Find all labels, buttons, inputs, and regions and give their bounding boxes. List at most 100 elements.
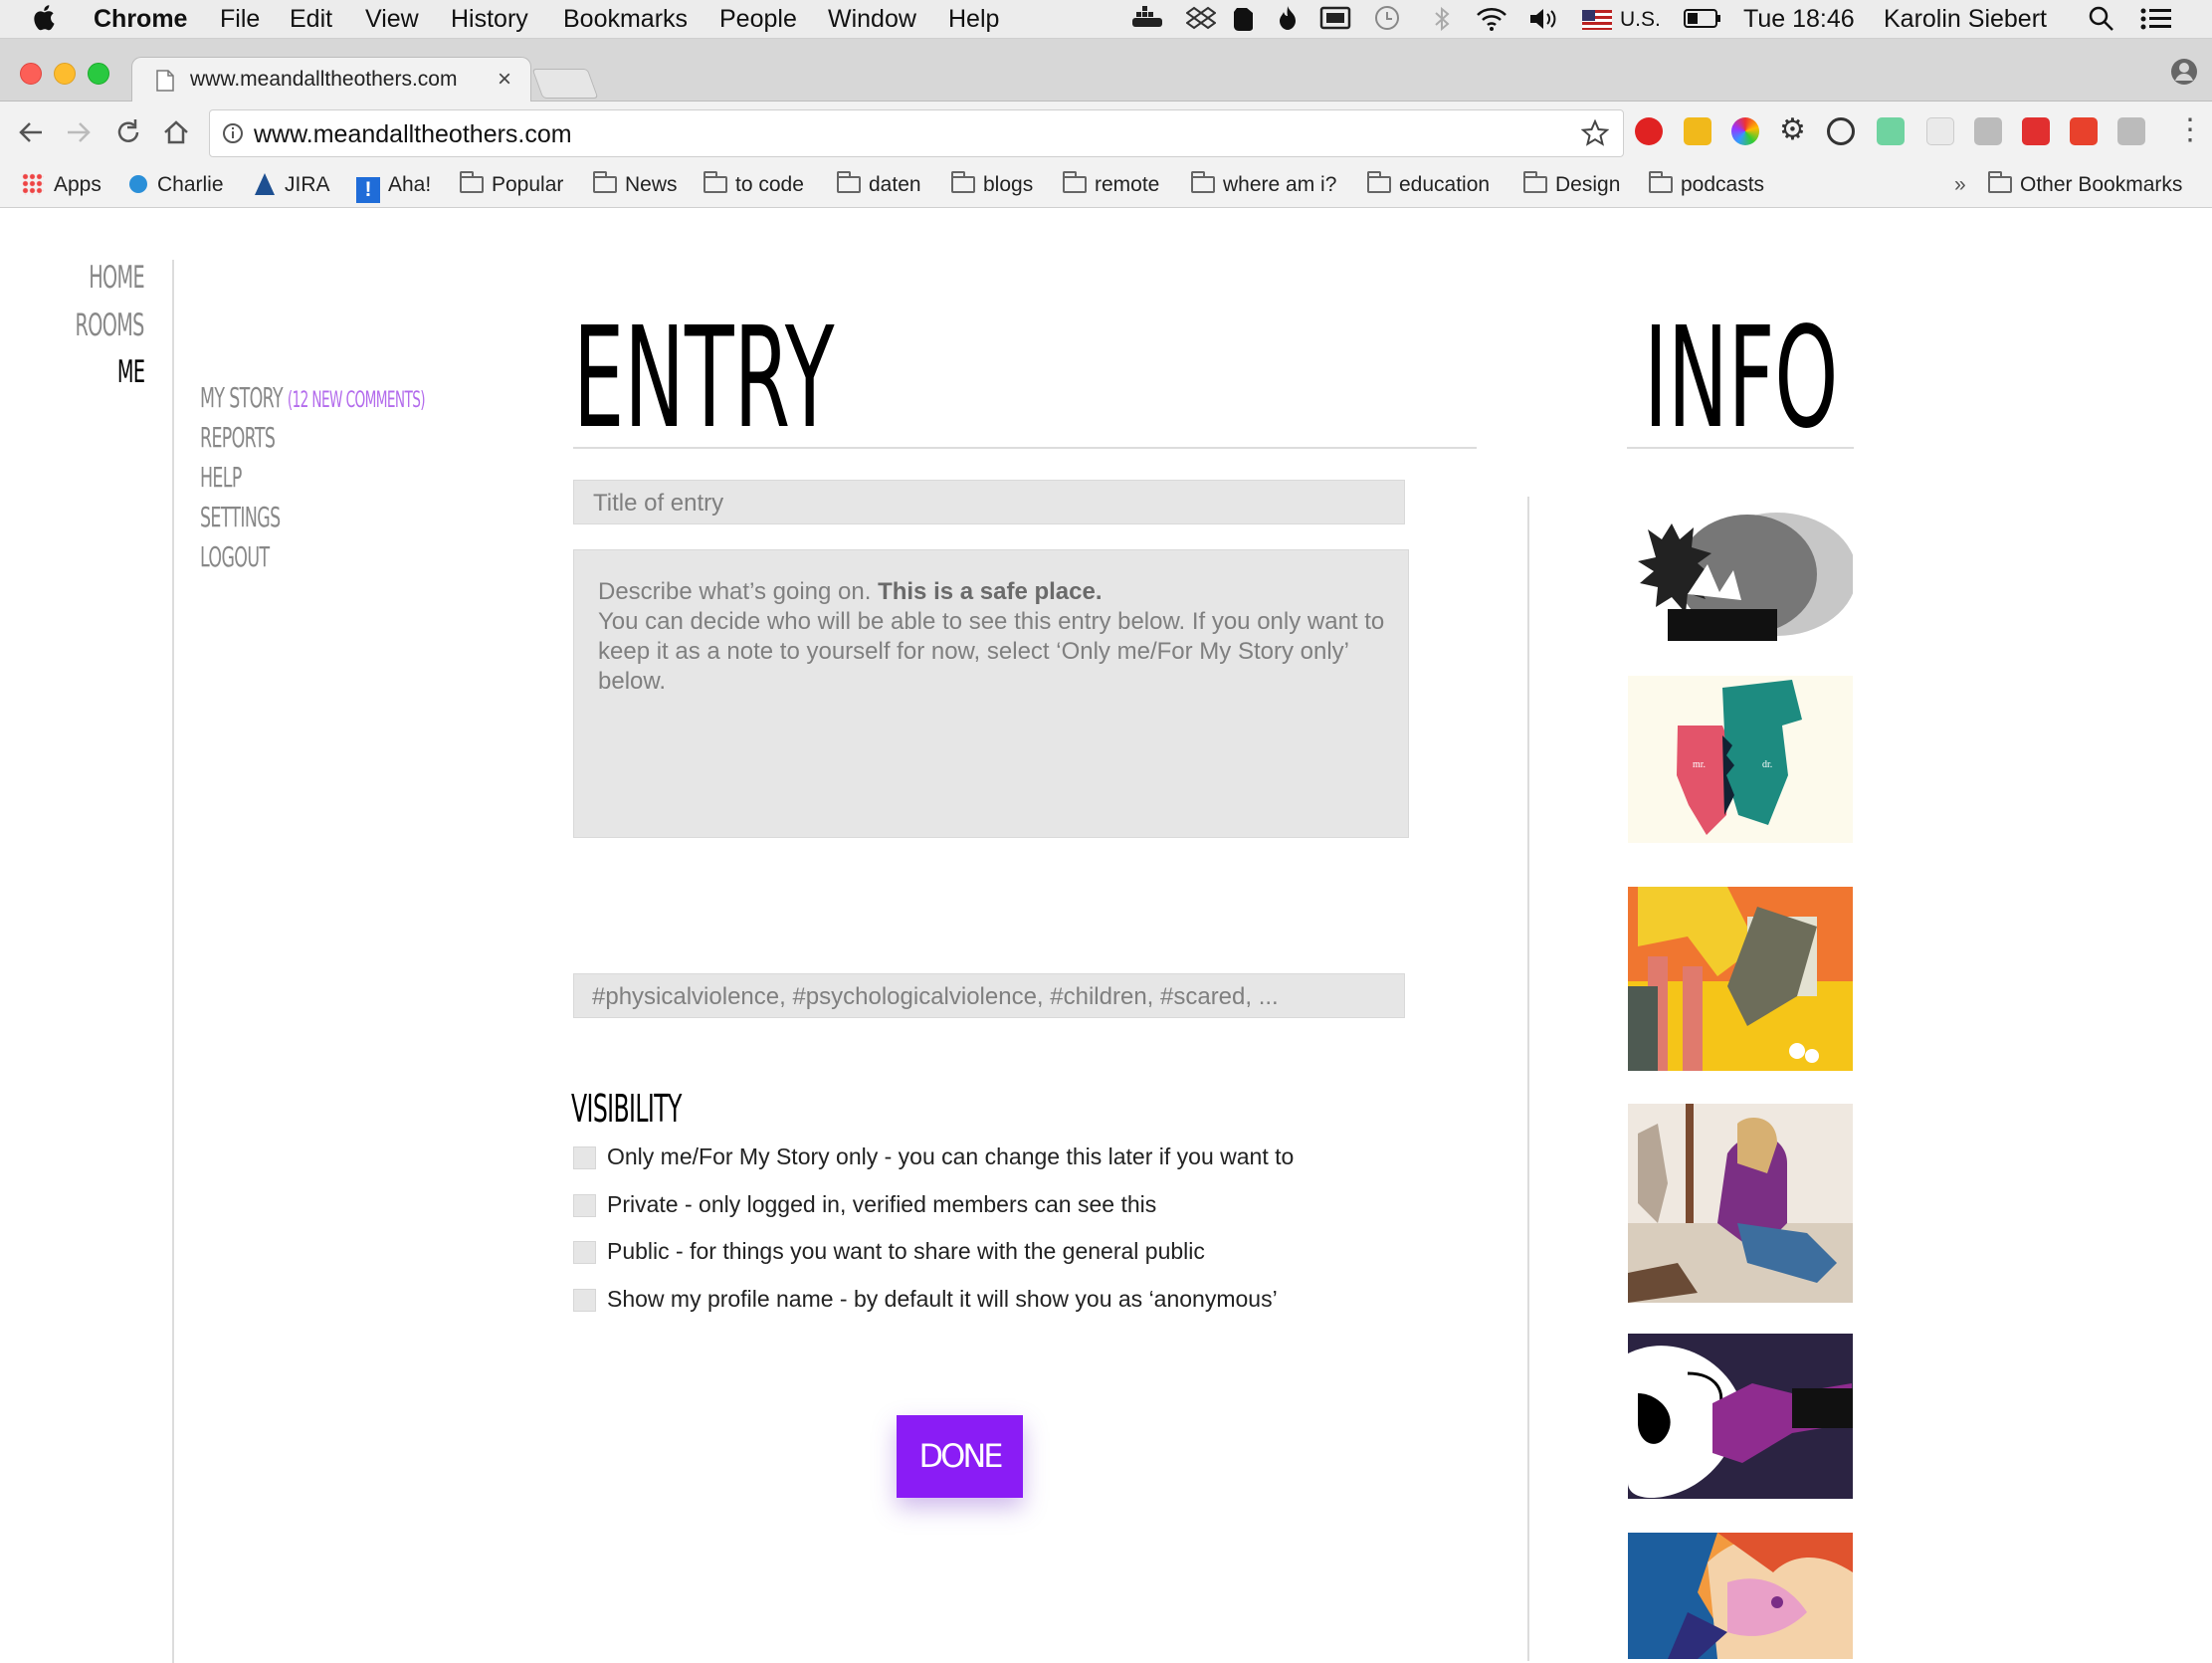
- flame-icon[interactable]: [1278, 4, 1298, 39]
- bookmark-folder-blogs[interactable]: blogs: [951, 171, 1033, 197]
- checkbox[interactable]: [573, 1241, 596, 1264]
- bookmark-folder-popular[interactable]: Popular: [460, 171, 563, 197]
- bookmark-folder-education[interactable]: education: [1367, 171, 1490, 197]
- menu-bookmarks[interactable]: Bookmarks: [563, 5, 688, 34]
- done-button[interactable]: DONE: [897, 1415, 1023, 1498]
- bookmark-apps[interactable]: Apps: [22, 173, 101, 197]
- close-window-button[interactable]: [20, 63, 42, 85]
- color-picker-icon[interactable]: [1731, 117, 1759, 145]
- browser-tab-active[interactable]: www.meandalltheothers.com ×: [131, 57, 531, 104]
- menu-people[interactable]: People: [719, 5, 797, 34]
- bookmarks-overflow-button[interactable]: »: [1954, 173, 1966, 197]
- tags-input[interactable]: #physicalviolence, #psychologicalviolenc…: [573, 973, 1405, 1018]
- display-icon[interactable]: [1319, 5, 1351, 38]
- input-source[interactable]: U.S.: [1620, 8, 1661, 32]
- menu-view[interactable]: View: [365, 5, 419, 34]
- battery-icon[interactable]: [1684, 8, 1721, 37]
- folder-icon: [704, 171, 727, 193]
- info-thumbnail-hand[interactable]: [1628, 1334, 1853, 1499]
- entry-description-textarea[interactable]: Describe what’s going on. This is a safe…: [573, 549, 1409, 838]
- bookmark-star-icon[interactable]: [1580, 118, 1610, 152]
- home-icon[interactable]: [161, 117, 191, 153]
- docker-icon[interactable]: [1130, 6, 1166, 39]
- spotlight-icon[interactable]: [2088, 5, 2115, 40]
- apple-icon[interactable]: [34, 2, 58, 39]
- bluetooth-icon[interactable]: [1433, 5, 1451, 40]
- entry-title-placeholder: Title of entry: [593, 490, 724, 517]
- subnav-logout[interactable]: LOGOUT: [200, 540, 270, 573]
- entry-title-input[interactable]: Title of entry: [573, 480, 1405, 524]
- extension-mail-icon[interactable]: [1926, 117, 1954, 145]
- info-icon[interactable]: [222, 122, 244, 149]
- nav-rooms[interactable]: ROOMS: [76, 308, 145, 343]
- camera-icon[interactable]: [2117, 117, 2145, 145]
- bookmark-folder-remote[interactable]: remote: [1063, 171, 1159, 197]
- bookmark-folder-daten[interactable]: daten: [837, 171, 921, 197]
- extension-lastpass-icon[interactable]: [2022, 117, 2050, 145]
- forward-icon[interactable]: [64, 117, 94, 153]
- tab-close-icon[interactable]: ×: [498, 66, 511, 94]
- faces-illustration-icon: mr. dr.: [1628, 676, 1853, 843]
- menu-file[interactable]: File: [220, 5, 260, 34]
- bookmark-folder-news[interactable]: News: [593, 171, 678, 197]
- new-tab-button[interactable]: [531, 69, 599, 99]
- menu-app-name[interactable]: Chrome: [94, 5, 187, 34]
- menu-edit[interactable]: Edit: [290, 5, 332, 34]
- info-thumbnail-portrait[interactable]: [1628, 1533, 1853, 1659]
- us-flag-icon[interactable]: [1582, 8, 1612, 37]
- wifi-icon[interactable]: [1475, 6, 1508, 39]
- back-icon[interactable]: [16, 117, 46, 153]
- info-thumbnail-sitting-woman[interactable]: [1628, 1104, 1853, 1303]
- nav-home[interactable]: HOME: [89, 260, 144, 296]
- folder-icon: [460, 171, 484, 193]
- new-comments-badge[interactable]: (12 NEW COMMENTS): [288, 388, 426, 413]
- bookmark-folder-other[interactable]: Other Bookmarks: [1988, 171, 2182, 197]
- subnav-help[interactable]: HELP: [200, 461, 242, 494]
- bookmark-charlie[interactable]: Charlie: [129, 173, 224, 197]
- bookmark-aha[interactable]: ! Aha!: [356, 173, 431, 203]
- checkbox[interactable]: [573, 1194, 596, 1217]
- checkbox[interactable]: [573, 1289, 596, 1312]
- info-thumbnail-monster[interactable]: [1628, 500, 1853, 641]
- extension-c-icon[interactable]: [1974, 117, 2002, 145]
- clock[interactable]: Tue 18:46: [1743, 5, 1855, 34]
- bookmark-folder-to-code[interactable]: to code: [704, 171, 804, 197]
- dropbox-icon[interactable]: [1185, 6, 1217, 39]
- settings-gear-icon[interactable]: ⚙: [1779, 115, 1806, 145]
- tab-title: www.meandalltheothers.com: [190, 68, 458, 91]
- chrome-menu-icon[interactable]: ⋮: [2175, 115, 2205, 145]
- bookmark-label: Aha!: [388, 173, 432, 196]
- subnav-settings[interactable]: SETTINGS: [200, 501, 281, 533]
- user-name[interactable]: Karolin Siebert: [1884, 5, 2047, 34]
- evernote-icon[interactable]: [1231, 4, 1257, 39]
- address-bar[interactable]: www.meandalltheothers.com: [209, 109, 1624, 157]
- extension-wave-icon[interactable]: [1877, 117, 1905, 145]
- info-thumbnail-faces[interactable]: mr. dr.: [1628, 676, 1853, 843]
- menu-history[interactable]: History: [451, 5, 528, 34]
- bookmark-label: to code: [735, 173, 804, 196]
- profile-icon[interactable]: [2169, 57, 2199, 92]
- notification-center-icon[interactable]: [2139, 6, 2173, 39]
- info-thumbnail-kitchen[interactable]: [1628, 887, 1853, 1071]
- bookmark-folder-podcasts[interactable]: podcasts: [1649, 171, 1764, 197]
- subnav-reports[interactable]: REPORTS: [200, 421, 276, 454]
- menu-window[interactable]: Window: [828, 5, 916, 34]
- todoist-icon[interactable]: [2070, 117, 2098, 145]
- bookmark-folder-where-am-i[interactable]: where am i?: [1191, 171, 1336, 197]
- menu-help[interactable]: Help: [948, 5, 999, 34]
- nav-me[interactable]: ME: [117, 354, 145, 390]
- bookmark-label: Apps: [54, 173, 101, 196]
- zoom-window-button[interactable]: [88, 63, 109, 85]
- volume-icon[interactable]: [1527, 6, 1561, 39]
- url-text[interactable]: www.meandalltheothers.com: [254, 120, 572, 149]
- extension-sync-icon[interactable]: [1827, 117, 1855, 145]
- minimize-window-button[interactable]: [54, 63, 76, 85]
- reload-icon[interactable]: [113, 117, 143, 153]
- bookmark-jira[interactable]: JIRA: [255, 173, 330, 197]
- extension-keyboard-icon[interactable]: [1684, 117, 1711, 145]
- ublock-icon[interactable]: [1635, 117, 1663, 145]
- checkbox[interactable]: [573, 1146, 596, 1169]
- bookmark-folder-design[interactable]: Design: [1523, 171, 1620, 197]
- subnav-my-story[interactable]: MY STORY (12 NEW COMMENTS): [200, 381, 426, 414]
- time-machine-icon[interactable]: [1373, 4, 1401, 39]
